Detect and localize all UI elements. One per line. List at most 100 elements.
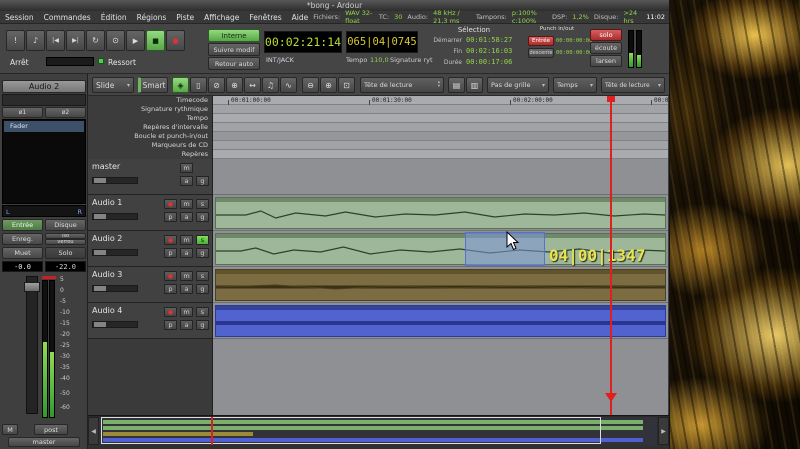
summary-scroll-left-button[interactable]: ◀ [88,417,99,445]
snap-unit-dropdown[interactable]: Temps▾ [553,77,597,93]
ruler-ranges[interactable] [213,123,668,132]
group-button[interactable]: g [196,176,209,186]
track-header-audio3[interactable]: Audio 3 ● m s p a g [88,267,213,303]
phase-invert-1-button[interactable]: ø1 [2,107,43,118]
view-mode-button-1[interactable]: ▤ [448,77,465,93]
mute-button[interactable]: m [180,199,193,209]
gain-slider[interactable] [92,213,138,220]
spinner-icon[interactable]: ▴▾ [438,81,440,89]
stop-button[interactable]: ■ [146,30,165,51]
punch-out-button[interactable]: descente [528,48,554,58]
record-button[interactable]: ● [166,30,185,51]
solo-button[interactable]: s [196,199,209,209]
region-audio1[interactable] [215,197,666,229]
solo-button[interactable]: s [196,271,209,281]
playhead[interactable] [610,96,612,415]
zoom-in-button[interactable]: ⊕ [320,77,337,93]
gain-slider[interactable] [92,321,138,328]
mute-button[interactable]: m [180,271,193,281]
follow-edits-button[interactable]: Suivre modif [208,43,260,56]
strip-input-button[interactable] [2,94,86,106]
ruler-label-timecode[interactable]: Timecode [88,96,212,105]
summary-scroll-right-button[interactable]: ▶ [658,417,669,445]
rec-enable-button[interactable]: Enreg. [2,233,43,245]
region-audio3[interactable] [215,269,666,301]
click-toggle-button[interactable]: ♪ [26,30,45,51]
ruler-label-tempo[interactable]: Tempo [88,114,212,123]
tool-draw-button[interactable]: ∿ [280,77,297,93]
punch-in-button[interactable]: Entrée [528,36,554,46]
tool-zoom-button[interactable]: ⊕ [226,77,243,93]
mute-button[interactable]: m [180,307,193,317]
loop-button[interactable]: ↻ [86,30,105,51]
track-name[interactable]: Audio 4 [92,306,122,315]
zoom-focus-dropdown[interactable]: Tête de lecture▾ [601,77,665,93]
ruler-label-ranges[interactable]: Repères d'intervalle [88,123,212,132]
ruler-label-cd-markers[interactable]: Marqueurs de CD [88,141,212,150]
record-enable-button[interactable]: ● [164,271,177,281]
summary-view-rect[interactable] [101,417,601,444]
track-header-master[interactable]: master m a g [88,159,213,195]
tool-stretch-button[interactable]: ↔ [244,77,261,93]
mono-button[interactable]: M [2,424,18,435]
automation-button[interactable]: a [180,248,193,258]
gain-slider[interactable] [92,177,138,184]
panner[interactable]: L R [2,205,86,217]
group-button[interactable]: g [196,248,209,258]
gain-fader-track[interactable] [26,276,38,414]
playlist-button[interactable]: p [164,320,177,330]
go-start-button[interactable]: |◀ [46,30,65,51]
menu-item-edition[interactable]: Édition [96,13,132,22]
secondary-clock[interactable]: 065|04|0745 [346,31,418,53]
playhead-handle[interactable] [607,96,615,102]
snap-mode-dropdown[interactable]: Pas de grille▾ [487,77,549,93]
record-enable-button[interactable]: ● [164,199,177,209]
zoom-out-button[interactable]: ⊖ [302,77,319,93]
menu-item-affichage[interactable]: Affichage [199,13,244,22]
group-button[interactable]: g [196,320,209,330]
menu-item-fenetres[interactable]: Fenêtres [244,13,286,22]
editor-canvas[interactable]: 00:01:00:00 00:01:30:00 00:02:00:00 00:0… [213,96,668,415]
sync-source-button[interactable]: Interne [208,29,260,42]
feedback-button[interactable]: larsen [590,55,622,67]
shuttle-mode-label[interactable]: Ressort [108,58,136,67]
view-mode-button-2[interactable]: ▥ [466,77,483,93]
auto-return-button[interactable]: Retour auto [208,57,260,70]
midi-panic-button[interactable]: ! [6,30,25,51]
track-name[interactable]: Audio 3 [92,270,122,279]
tool-cut-button[interactable]: ⊘ [208,77,225,93]
output-button[interactable]: master [8,437,80,447]
selection-start-clock[interactable]: 00:01:58:27 [466,36,512,44]
strip-name-button[interactable]: Audio 2 [2,80,86,93]
track-header-audio1[interactable]: Audio 1 ● m s p a g [88,195,213,231]
punch-out-clock[interactable]: 00:00:00:00 [556,50,592,56]
session-summary[interactable]: ◀ ▶ [88,415,669,445]
ruler-markers[interactable] [213,150,668,159]
track-name[interactable]: Audio 2 [92,234,122,243]
processor-box[interactable]: Fader [2,119,86,204]
punch-in-clock[interactable]: 00:00:00:00 [556,38,592,44]
monitor-disk-button[interactable]: Disque [45,219,86,231]
selection-length-clock[interactable]: 00:00:17:06 [466,58,512,66]
ruler-timecode[interactable] [213,96,668,105]
play-range-button[interactable]: ⊙ [106,30,125,51]
record-enable-button[interactable]: ● [164,235,177,245]
ruler-label-loop-punch[interactable]: Boucle et punch-in/out [88,132,212,141]
playlist-button[interactable]: p [164,284,177,294]
automation-button[interactable]: a [180,212,193,222]
solo-button[interactable]: s [196,235,209,245]
smart-mode-button[interactable]: Smart [138,77,168,93]
tool-audition-button[interactable]: ♫ [262,77,279,93]
tempo-value[interactable]: 110,0 [370,56,389,64]
mute-button[interactable]: m [180,163,193,173]
gain-slider[interactable] [92,249,138,256]
track-header-audio2[interactable]: Audio 2 ● m s p a g [88,231,213,267]
menu-item-regions[interactable]: Régions [132,13,172,22]
primary-clock[interactable]: 00:02:21:14 [264,31,342,53]
menu-item-aide[interactable]: Aide [287,13,314,22]
phase-invert-2-button[interactable]: ø2 [45,107,86,118]
go-end-button[interactable]: ▶| [66,30,85,51]
ruler-cd-markers[interactable] [213,141,668,150]
tool-grab-button[interactable]: ◈ [172,77,189,93]
play-button[interactable]: ▶ [126,30,145,51]
